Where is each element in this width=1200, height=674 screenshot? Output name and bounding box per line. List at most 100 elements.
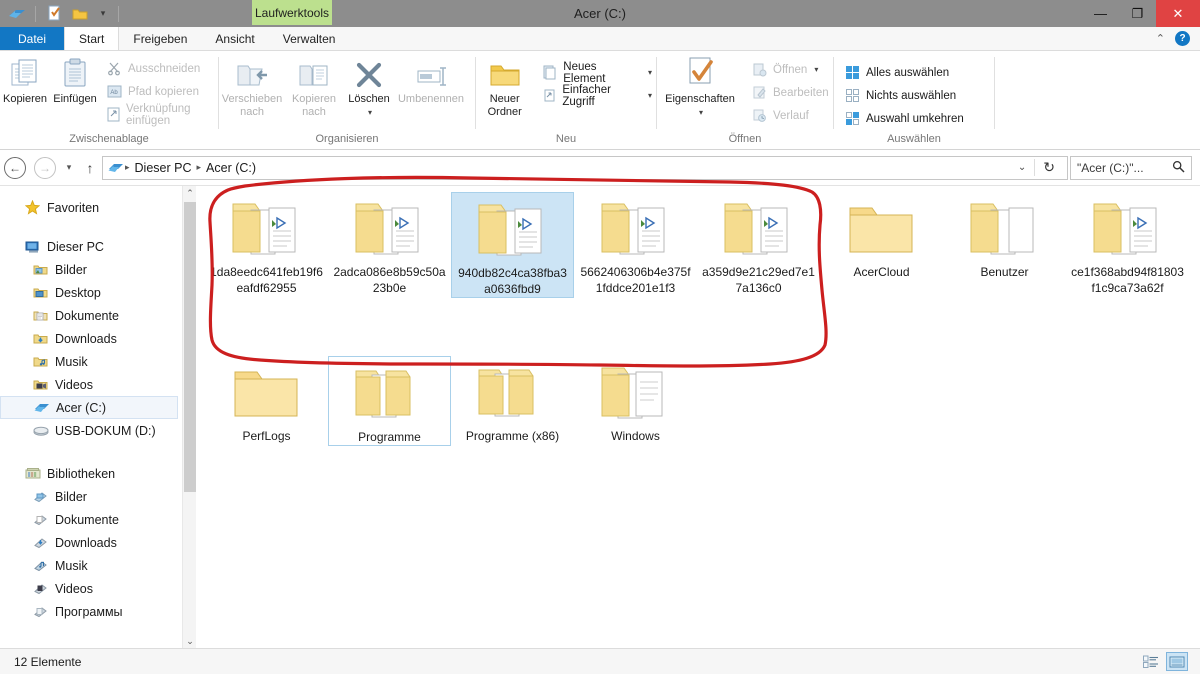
breadcrumb-item-this-pc[interactable]: Dieser PC — [131, 161, 196, 175]
sidebar-item-acer-c[interactable]: Acer (C:) — [0, 396, 178, 419]
sidebar-label-musik: Musik — [55, 354, 88, 369]
tab-verwalten[interactable]: Verwalten — [269, 27, 350, 50]
list-item[interactable]: 5662406306b4e375f1fddce201e1f3 — [574, 192, 697, 298]
copy-path-button[interactable]: Ab Pfad kopieren — [102, 81, 218, 102]
file-name: PerfLogs — [242, 429, 291, 443]
edit-label: Bearbeiten — [773, 86, 829, 99]
search-input[interactable]: "Acer (C:)"... — [1070, 155, 1192, 180]
quick-access-toolbar[interactable]: ▾ — [0, 0, 122, 27]
library-documents-icon — [32, 511, 49, 528]
sidebar-item-lib-bilder[interactable]: Bilder — [0, 485, 182, 508]
folder-icon — [1090, 198, 1166, 260]
sidebar-item-favoriten[interactable]: Favoriten — [0, 196, 182, 219]
new-item-icon — [541, 64, 558, 81]
open-button[interactable]: Öffnen ▾ — [747, 59, 833, 80]
address-dropdown-caret[interactable]: ⌄ — [1010, 162, 1034, 173]
view-toggle-group[interactable] — [1140, 652, 1200, 671]
sidebar-item-desktop[interactable]: Desktop — [0, 281, 182, 304]
cut-button[interactable]: Ausschneiden — [102, 58, 218, 79]
select-none-button[interactable]: Nichts auswählen — [840, 85, 968, 106]
sidebar-item-bibliotheken[interactable]: Bibliotheken — [0, 462, 182, 485]
new-folder-icon[interactable] — [69, 3, 91, 25]
select-all-button[interactable]: Alles auswählen — [840, 62, 968, 83]
move-to-button[interactable]: Verschieben nach — [219, 56, 285, 119]
pictures-folder-icon — [32, 261, 49, 278]
large-icons-view-button[interactable] — [1166, 652, 1188, 671]
list-item[interactable]: Benutzer — [943, 192, 1066, 298]
breadcrumb[interactable]: ▸ Dieser PC ▸ Acer (C:) ⌄ ↻ — [102, 155, 1068, 180]
qat-dropdown-caret[interactable]: ▾ — [95, 8, 111, 19]
tab-ansicht[interactable]: Ansicht — [201, 27, 268, 50]
paste-button[interactable]: Einfügen — [50, 56, 100, 106]
properties-icon[interactable] — [43, 3, 65, 25]
edit-button[interactable]: Bearbeiten — [747, 82, 833, 103]
recent-locations-caret[interactable]: ▾ — [60, 162, 78, 173]
list-item[interactable]: ce1f368abd94f81803f1c9ca73a62f — [1066, 192, 1189, 298]
list-item[interactable]: a359d9e21c29ed7e17a136c0 — [697, 192, 820, 298]
list-item[interactable]: Programme — [328, 356, 451, 446]
sidebar-item-dokumente[interactable]: Dokumente — [0, 304, 182, 327]
copy-to-button[interactable]: Kopieren nach — [285, 56, 343, 119]
sidebar-item-musik[interactable]: Musik — [0, 350, 182, 373]
close-button[interactable]: ✕ — [1156, 0, 1200, 27]
breadcrumb-item-acer-c[interactable]: Acer (C:) — [202, 161, 260, 175]
scrollbar-thumb[interactable] — [184, 202, 196, 492]
contextual-tab-drive-tools[interactable]: Laufwerktools — [252, 0, 332, 25]
collapse-ribbon-icon[interactable]: ⌃ — [1156, 32, 1165, 45]
new-item-button[interactable]: Neues Element ▾ — [537, 61, 656, 85]
minimize-button[interactable]: — — [1082, 0, 1119, 27]
sidebar-item-usb-dokum-d[interactable]: USB-DOKUM (D:) — [0, 419, 182, 442]
copy-button[interactable]: Kopieren — [0, 56, 50, 106]
library-downloads-icon — [32, 534, 49, 551]
list-item[interactable]: PerfLogs — [205, 356, 328, 446]
sidebar-item-dieser-pc[interactable]: Dieser PC — [0, 235, 182, 258]
explorer-icon[interactable] — [6, 3, 28, 25]
refresh-button[interactable]: ↻ — [1034, 159, 1063, 176]
group-label-organize: Organisieren — [315, 133, 379, 145]
properties-button[interactable]: Eigenschaften ▾ — [657, 56, 743, 119]
delete-dropdown-caret[interactable]: ▾ — [368, 106, 372, 119]
sidebar-item-lib-dokumente[interactable]: Dokumente — [0, 508, 182, 531]
sidebar-item-videos[interactable]: Videos — [0, 373, 182, 396]
sidebar-item-lib-videos[interactable]: Videos — [0, 577, 182, 600]
paste-shortcut-label: Verknüpfung einfügen — [126, 102, 191, 127]
details-view-button[interactable] — [1140, 652, 1162, 671]
navigation-pane[interactable]: Favoriten Dieser PC Bilder Desktop Dokum… — [0, 186, 182, 648]
sidebar-item-lib-programmy[interactable]: Программы — [0, 600, 182, 623]
sidebar-item-bilder[interactable]: Bilder — [0, 258, 182, 281]
navigation-pane-scrollbar[interactable]: ⌃ ⌄ — [182, 186, 196, 648]
scroll-down-arrow-icon[interactable]: ⌄ — [183, 634, 197, 648]
easy-access-button[interactable]: Einfacher Zugriff ▾ — [537, 84, 656, 108]
new-item-dropdown-caret[interactable]: ▾ — [648, 68, 652, 77]
invert-selection-button[interactable]: Auswahl umkehren — [840, 108, 968, 129]
up-button[interactable]: ↑ — [78, 160, 102, 176]
tab-start[interactable]: Start — [64, 27, 120, 50]
rename-button[interactable]: Umbenennen — [395, 56, 467, 106]
help-icon[interactable]: ? — [1175, 31, 1190, 46]
open-dropdown-caret[interactable]: ▾ — [814, 65, 818, 74]
forward-button[interactable]: → — [30, 153, 60, 183]
list-item[interactable]: AcerCloud — [820, 192, 943, 298]
easy-access-dropdown-caret[interactable]: ▾ — [648, 91, 652, 100]
list-item[interactable]: 1da8eedc641feb19f6eafdf62955 — [205, 192, 328, 298]
list-item[interactable]: 940db82c4ca38fba3a0636fbd9 — [451, 192, 574, 298]
delete-button[interactable]: Löschen ▾ — [343, 56, 395, 119]
paste-shortcut-button[interactable]: Verknüpfung einfügen — [102, 102, 218, 127]
scroll-up-arrow-icon[interactable]: ⌃ — [183, 186, 197, 200]
tab-freigeben[interactable]: Freigeben — [119, 27, 201, 50]
file-list-view[interactable]: 1da8eedc641feb19f6eafdf62955 2adca086e8b… — [197, 186, 1200, 648]
folder-icon — [352, 198, 428, 260]
sidebar-item-downloads[interactable]: Downloads — [0, 327, 182, 350]
sidebar-item-lib-downloads[interactable]: Downloads — [0, 531, 182, 554]
new-folder-button[interactable]: Neuer Ordner — [476, 56, 533, 119]
history-button[interactable]: Verlauf — [747, 105, 833, 126]
list-item[interactable]: Programme (x86) — [451, 356, 574, 446]
library-programs-icon — [32, 603, 49, 620]
tab-datei[interactable]: Datei — [0, 27, 65, 50]
back-button[interactable]: ← — [0, 153, 30, 183]
maximize-restore-button[interactable]: ❐ — [1119, 0, 1156, 27]
list-item[interactable]: 2adca086e8b59c50a23b0e — [328, 192, 451, 298]
sidebar-item-lib-musik[interactable]: Musik — [0, 554, 182, 577]
list-item[interactable]: Windows — [574, 356, 697, 446]
properties-dropdown-caret[interactable]: ▾ — [699, 106, 703, 119]
